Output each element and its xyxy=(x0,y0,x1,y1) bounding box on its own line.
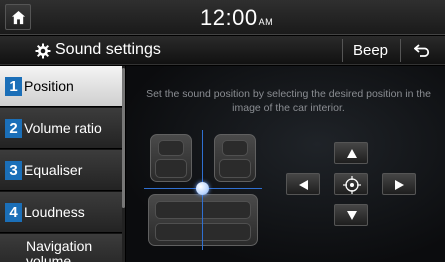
sidebar-item-label: Loudness xyxy=(24,204,85,220)
scrollbar-thumb[interactable] xyxy=(122,68,125,208)
crosshair-icon xyxy=(343,176,361,194)
arrow-up-icon xyxy=(347,149,357,158)
rear-bench-seat xyxy=(148,194,258,246)
sound-position-marker[interactable] xyxy=(196,182,209,195)
center-position-button[interactable] xyxy=(334,173,368,195)
car-interior-map[interactable] xyxy=(144,130,262,250)
rear-cushion xyxy=(155,223,251,241)
back-icon xyxy=(414,44,430,57)
seat-cushion xyxy=(155,159,187,178)
back-button[interactable] xyxy=(400,39,442,62)
item-number-badge: 1 xyxy=(5,77,22,96)
gear-icon xyxy=(35,43,51,59)
page-title: Sound settings xyxy=(55,41,161,58)
sidebar-item-label-line2: volume xyxy=(26,253,72,262)
sidebar-item-equaliser[interactable]: 3 Equaliser xyxy=(0,150,122,191)
move-right-button[interactable] xyxy=(382,173,416,195)
position-panel: Set the sound position by selecting the … xyxy=(126,66,445,262)
title-bar: Sound settings Beep xyxy=(0,36,445,65)
sidebar-item-label: Equaliser xyxy=(24,162,83,178)
seat-headrest xyxy=(158,140,184,156)
rear-backrest xyxy=(155,201,251,219)
move-up-button[interactable] xyxy=(334,142,368,164)
item-number-badge: 3 xyxy=(5,161,22,180)
clock: 12:00AM xyxy=(200,5,273,31)
home-button[interactable] xyxy=(5,4,31,30)
sidebar: 1 Position 2 Volume ratio 3 Equaliser 4 … xyxy=(0,66,125,262)
seat-cushion xyxy=(219,159,251,178)
seat-headrest xyxy=(222,140,248,156)
sidebar-item-label: Position xyxy=(24,78,74,94)
beep-button[interactable]: Beep xyxy=(342,39,398,62)
sidebar-item-volume-ratio[interactable]: 2 Volume ratio xyxy=(0,108,122,149)
arrow-down-icon xyxy=(347,211,357,220)
home-icon xyxy=(11,10,26,25)
front-right-seat xyxy=(214,134,256,182)
sidebar-item-loudness[interactable]: 4 Loudness xyxy=(0,192,122,233)
sidebar-item-label: Volume ratio xyxy=(24,120,102,136)
arrow-right-icon xyxy=(395,180,404,190)
move-left-button[interactable] xyxy=(286,173,320,195)
instruction-text: Set the sound position by selecting the … xyxy=(146,88,431,114)
sidebar-item-navigation-volume[interactable]: Navigation volume xyxy=(0,234,122,262)
status-bar: 12:00AM xyxy=(0,0,445,35)
front-left-seat xyxy=(150,134,192,182)
sidebar-item-label-line1: Navigation xyxy=(26,238,93,254)
sidebar-item-position[interactable]: 1 Position xyxy=(0,66,122,107)
item-number-badge: 2 xyxy=(5,119,22,138)
clock-ampm: AM xyxy=(258,17,274,27)
arrow-left-icon xyxy=(299,180,308,190)
item-number-badge: 4 xyxy=(5,203,22,222)
clock-time: 12:00 xyxy=(200,5,258,30)
move-down-button[interactable] xyxy=(334,204,368,226)
